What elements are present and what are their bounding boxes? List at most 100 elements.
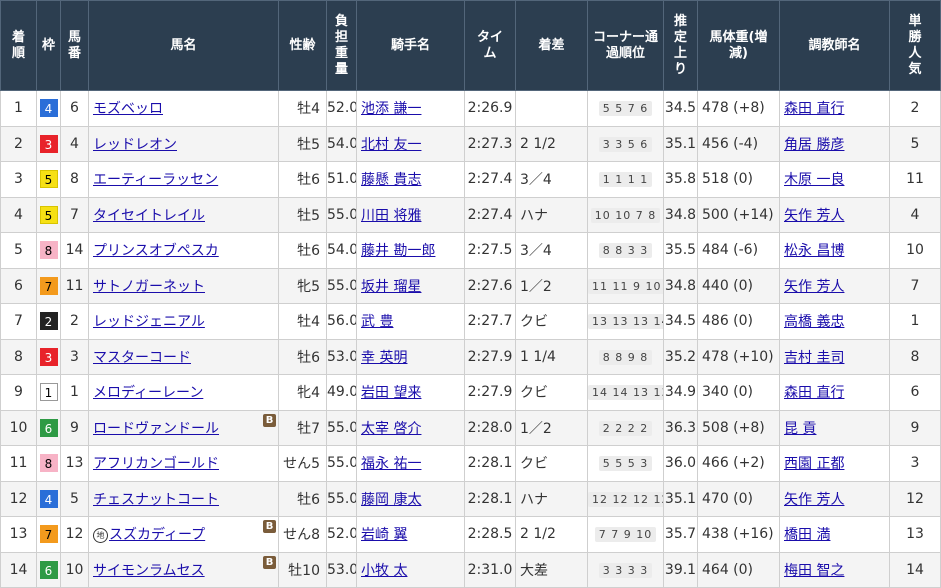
horse-name-link[interactable]: アフリカンゴールド bbox=[93, 456, 219, 472]
blinker-icon: B bbox=[263, 413, 276, 427]
horse-name-link[interactable]: モズベッロ bbox=[93, 101, 163, 117]
weight-cell: 53.0 bbox=[326, 338, 357, 375]
corner-order: 5 5 5 3 bbox=[598, 456, 653, 472]
jockey-link[interactable]: 岩崎 翼 bbox=[361, 527, 407, 543]
jockey-link[interactable]: 藤井 勘一郎 bbox=[361, 243, 435, 259]
horse-name-link[interactable]: レッドジェニアル bbox=[93, 314, 205, 330]
trainer-cell: 森田 直行 bbox=[779, 90, 890, 127]
trainer-link[interactable]: 木原 一良 bbox=[784, 172, 844, 188]
weight-cell: 51.0 bbox=[326, 161, 357, 198]
rank-cell: 5 bbox=[0, 232, 37, 269]
time-cell: 2:27.9 bbox=[464, 338, 516, 375]
waku-badge: 6 bbox=[39, 418, 58, 437]
trainer-link[interactable]: 森田 直行 bbox=[784, 385, 844, 401]
trainer-cell: 橋田 満 bbox=[779, 516, 890, 553]
umaban-cell: 10 bbox=[60, 551, 89, 588]
trainer-link[interactable]: 松永 昌博 bbox=[784, 243, 844, 259]
jockey-link[interactable]: 池添 謙一 bbox=[361, 101, 421, 117]
horse-name-link[interactable]: チェスナットコート bbox=[93, 492, 219, 508]
jockey-link[interactable]: 藤懸 貴志 bbox=[361, 172, 421, 188]
popularity-cell: 8 bbox=[889, 338, 941, 375]
jockey-link[interactable]: 岩田 望来 bbox=[361, 385, 421, 401]
margin-cell: 3／4 bbox=[515, 232, 588, 269]
rank-cell: 10 bbox=[0, 409, 37, 446]
corner-cell: 13 13 13 14 bbox=[587, 303, 664, 340]
jockey-link[interactable]: 幸 英明 bbox=[361, 350, 407, 366]
trainer-link[interactable]: 矢作 芳人 bbox=[784, 208, 844, 224]
waku-cell: 8 bbox=[36, 445, 61, 482]
jockey-link[interactable]: 川田 将雅 bbox=[361, 208, 421, 224]
horse-name-link[interactable]: レッドレオン bbox=[93, 137, 177, 153]
jockey-link[interactable]: 坂井 瑠星 bbox=[361, 279, 421, 295]
waku-cell: 3 bbox=[36, 338, 61, 375]
trainer-link[interactable]: 梅田 智之 bbox=[784, 563, 844, 579]
table-row: 8 3 3 マスターコード 牡6 53.0 幸 英明 2:27.9 1 1/4 8 8 9 8 35… bbox=[0, 338, 941, 375]
table-row: 9 1 1 メロディーレーン 牝4 49.0 岩田 望来 2:27.9 クビ 14 14 13 1… bbox=[0, 374, 941, 411]
time-cell: 2:26.9 bbox=[464, 90, 516, 127]
jockey-link[interactable]: 太宰 啓介 bbox=[361, 421, 421, 437]
waku-badge: 5 bbox=[39, 205, 58, 224]
sex-age-cell: せん8 bbox=[278, 516, 327, 553]
header-last3f: 推定上り bbox=[663, 0, 698, 91]
popularity-cell: 2 bbox=[889, 90, 941, 127]
last3f-cell: 34.8 bbox=[663, 267, 698, 304]
header-umaban: 馬番 bbox=[60, 0, 89, 91]
margin-cell: 3／4 bbox=[515, 161, 588, 198]
corner-cell: 10 10 7 8 bbox=[587, 196, 664, 233]
local-horse-mark: 地 bbox=[93, 528, 108, 544]
rank-cell: 2 bbox=[0, 125, 37, 162]
table-row: 10 6 9 ロードヴァンドール B 牡7 55.0 太宰 啓介 2:28.0 1／2 2 2 2 … bbox=[0, 409, 941, 446]
body-weight-cell: 518 (0) bbox=[697, 161, 780, 198]
umaban-cell: 13 bbox=[60, 445, 89, 482]
rank-cell: 9 bbox=[0, 374, 37, 411]
margin-cell: 大差 bbox=[515, 551, 588, 588]
body-weight-cell: 438 (+16) bbox=[697, 516, 780, 553]
horse-name-cell: プリンスオブペスカ bbox=[88, 232, 279, 269]
umaban-cell: 4 bbox=[60, 125, 89, 162]
trainer-link[interactable]: 西園 正都 bbox=[784, 456, 844, 472]
horse-name-link[interactable]: プリンスオブペスカ bbox=[93, 243, 219, 259]
trainer-link[interactable]: 昆 貢 bbox=[784, 421, 816, 437]
jockey-link[interactable]: 武 豊 bbox=[361, 314, 393, 330]
waku-badge: 8 bbox=[39, 454, 58, 473]
header-sex-age: 性齢 bbox=[278, 0, 327, 91]
horse-name-link[interactable]: タイセイトレイル bbox=[93, 208, 205, 224]
horse-name-link[interactable]: ロードヴァンドール bbox=[93, 421, 219, 437]
jockey-link[interactable]: 小牧 太 bbox=[361, 563, 407, 579]
last3f-cell: 39.1 bbox=[663, 551, 698, 588]
jockey-link[interactable]: 北村 友一 bbox=[361, 137, 421, 153]
horse-name-link[interactable]: メロディーレーン bbox=[93, 385, 203, 401]
trainer-link[interactable]: 矢作 芳人 bbox=[784, 279, 844, 295]
jockey-link[interactable]: 福永 祐一 bbox=[361, 456, 421, 472]
table-row: 1 4 6 モズベッロ 牡4 52.0 池添 謙一 2:26.9 5 5 7 6 34.5 478 … bbox=[0, 90, 941, 127]
last3f-cell: 36.0 bbox=[663, 445, 698, 482]
margin-cell bbox=[515, 90, 588, 127]
waku-badge: 3 bbox=[39, 347, 58, 366]
jockey-cell: 池添 謙一 bbox=[356, 90, 465, 127]
waku-badge: 2 bbox=[39, 312, 58, 331]
trainer-link[interactable]: 矢作 芳人 bbox=[784, 492, 844, 508]
trainer-link[interactable]: 橋田 満 bbox=[784, 527, 830, 543]
horse-name-link[interactable]: サトノガーネット bbox=[93, 279, 205, 295]
trainer-link[interactable]: 森田 直行 bbox=[784, 101, 844, 117]
jockey-link[interactable]: 藤岡 康太 bbox=[361, 492, 421, 508]
waku-cell: 1 bbox=[36, 374, 61, 411]
corner-cell: 12 12 12 12 bbox=[587, 480, 664, 517]
time-cell: 2:27.6 bbox=[464, 267, 516, 304]
margin-cell: ハナ bbox=[515, 196, 588, 233]
weight-cell: 56.0 bbox=[326, 303, 357, 340]
horse-name-link[interactable]: エーティーラッセン bbox=[93, 172, 218, 188]
weight-cell: 55.0 bbox=[326, 480, 357, 517]
horse-name-link[interactable]: スズカディープ bbox=[109, 527, 205, 543]
trainer-link[interactable]: 吉村 圭司 bbox=[784, 350, 844, 366]
rank-cell: 6 bbox=[0, 267, 37, 304]
popularity-cell: 1 bbox=[889, 303, 941, 340]
horse-name-link[interactable]: サイモンラムセス bbox=[93, 563, 205, 579]
horse-name-link[interactable]: マスターコード bbox=[93, 350, 191, 366]
trainer-link[interactable]: 角居 勝彦 bbox=[784, 137, 844, 153]
trainer-link[interactable]: 高橋 義忠 bbox=[784, 314, 844, 330]
jockey-cell: 北村 友一 bbox=[356, 125, 465, 162]
weight-cell: 55.0 bbox=[326, 196, 357, 233]
waku-badge: 8 bbox=[39, 241, 58, 260]
rank-cell: 12 bbox=[0, 480, 37, 517]
